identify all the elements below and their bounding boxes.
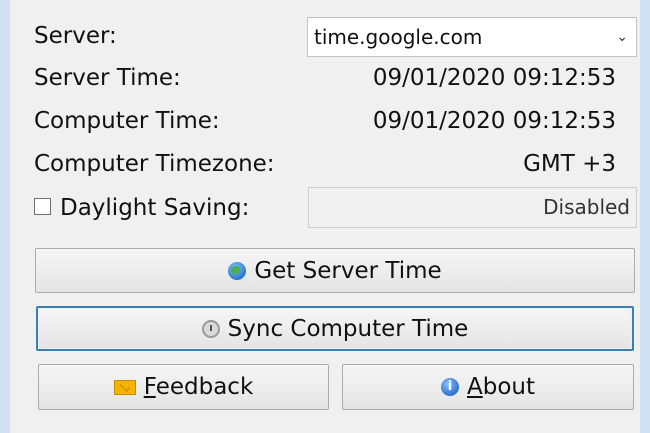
computer-time-value: 09/01/2020 09:12:53 bbox=[372, 108, 616, 134]
app-window: Server: time.google.com ⌄ Server Time: 0… bbox=[0, 0, 650, 433]
get-server-time-label: Get Server Time bbox=[254, 257, 442, 284]
daylight-saving-checkbox[interactable] bbox=[34, 198, 51, 215]
about-button[interactable]: i About bbox=[342, 364, 634, 410]
feedback-label: Feedback bbox=[143, 374, 254, 400]
server-dropdown-value: time.google.com bbox=[314, 25, 483, 49]
sync-computer-time-label: Sync Computer Time bbox=[227, 315, 469, 342]
sync-computer-time-button[interactable]: Sync Computer Time bbox=[36, 306, 634, 351]
envelope-icon bbox=[113, 379, 136, 395]
computer-timezone-label: Computer Timezone: bbox=[34, 151, 275, 177]
server-time-value: 09/01/2020 09:12:53 bbox=[372, 65, 616, 91]
daylight-saving-status: Disabled bbox=[308, 187, 637, 228]
server-label: Server: bbox=[34, 23, 117, 49]
about-label: About bbox=[466, 374, 535, 400]
feedback-button[interactable]: Feedback bbox=[38, 364, 329, 410]
computer-time-label: Computer Time: bbox=[34, 108, 220, 134]
globe-icon bbox=[228, 261, 247, 280]
computer-timezone-value: GMT +3 bbox=[523, 151, 616, 177]
server-time-label: Server Time: bbox=[34, 65, 181, 91]
get-server-time-button[interactable]: Get Server Time bbox=[35, 248, 635, 293]
clock-icon bbox=[201, 319, 220, 338]
server-dropdown[interactable]: time.google.com ⌄ bbox=[307, 17, 637, 57]
chevron-down-icon[interactable]: ⌄ bbox=[616, 18, 628, 56]
info-icon: i bbox=[440, 378, 459, 396]
daylight-saving-label[interactable]: Daylight Saving: bbox=[60, 194, 249, 222]
